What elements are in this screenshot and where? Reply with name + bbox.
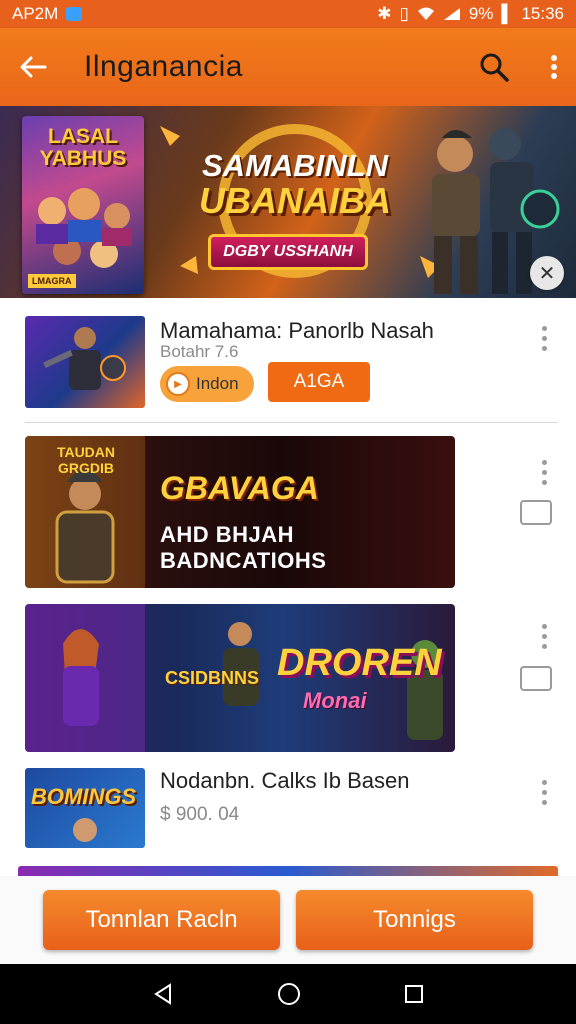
tablet-icon[interactable] — [520, 500, 552, 525]
hero-ribbon: DGBY USSHANH — [208, 234, 368, 270]
battery-label: 9% — [468, 4, 494, 23]
item-thumbnail[interactable] — [25, 316, 145, 408]
search-icon[interactable] — [478, 51, 510, 83]
vibrate-icon: ▯ — [399, 4, 409, 23]
page-title: Ilnganancia — [84, 50, 243, 83]
status-left: AP2M — [12, 4, 83, 24]
banner-side-label: CSIDBNNS — [165, 668, 260, 688]
carrier-label: AP2M — [12, 4, 59, 23]
item-title: Mamahama: Panorlb Nasah — [160, 318, 434, 343]
promo-banner[interactable]: CSIDBNNS DROREN Monai — [25, 604, 455, 752]
hero-heading: SAMABINLN UBANAIBA — [185, 148, 405, 222]
banner-title: GBAVAGA — [160, 470, 319, 506]
tag-chip[interactable]: ▶ Indon — [160, 366, 254, 402]
banner-subtitle: AHD BHJAH BADNCATIOHS — [160, 522, 327, 573]
hero-heading-line2: UBANAIBA — [199, 180, 391, 221]
more-vert-icon[interactable] — [550, 54, 558, 80]
item-thumbnail[interactable]: BOMINGS — [25, 768, 145, 848]
item-title: Nodanbn. Calks Ib Basen — [160, 768, 410, 793]
item-menu-icon[interactable] — [536, 624, 552, 649]
hero-banner[interactable]: LASAL YABHUS LMAGRA SAMABINLN UBANAIBA D… — [0, 106, 576, 298]
home-nav-icon[interactable] — [277, 982, 301, 1006]
thumbnail-face-illustration — [73, 818, 97, 842]
tag-icon: ▶ — [166, 372, 190, 396]
close-banner-button[interactable]: ✕ — [530, 256, 564, 290]
item-subtitle: Botahr 7.6 — [160, 342, 239, 361]
bluetooth-icon: ✱ — [377, 4, 392, 23]
tablet-icon[interactable] — [520, 666, 552, 691]
divider — [25, 422, 558, 423]
app-actions — [478, 51, 558, 83]
notification-icon — [66, 7, 83, 21]
tag-chip-label: Indon — [196, 374, 239, 393]
install-button[interactable]: A1GA — [268, 362, 370, 402]
item-price: $ 900. 04 — [160, 804, 240, 825]
back-nav-icon[interactable] — [152, 983, 174, 1005]
status-bar: AP2M ✱ ▯ 9% ▌ 15:36 — [0, 0, 576, 28]
close-icon: ✕ — [538, 262, 556, 285]
promo-banner[interactable]: TAUDAN GRGDIB GBAVAGA AHD BHJAH BADNCATI… — [25, 436, 455, 588]
secondary-action-button[interactable]: Tonnigs — [296, 890, 533, 950]
banner-title: DROREN — [277, 642, 442, 684]
battery-icon: ▌ — [501, 4, 514, 23]
thumbnail-warrior-illustration — [43, 327, 126, 390]
signal-icon — [443, 8, 460, 20]
status-right: ✱ ▯ 9% ▌ 15:36 — [377, 4, 564, 24]
banner-corner-label: TAUDAN GRGDIB — [56, 444, 116, 476]
banner-subtitle: Monai — [303, 688, 367, 713]
app-bar: Ilnganancia — [0, 28, 576, 106]
item-menu-icon[interactable] — [536, 460, 552, 485]
hero-heading-line1: SAMABINLN — [202, 148, 388, 183]
item-menu-icon[interactable] — [536, 780, 552, 805]
recents-nav-icon[interactable] — [404, 984, 424, 1004]
system-nav-bar — [0, 964, 576, 1024]
item-menu-icon[interactable] — [536, 326, 552, 351]
clock: 15:36 — [521, 4, 564, 23]
wifi-icon — [417, 7, 434, 20]
primary-action-button[interactable]: Tonnlan Racln — [43, 890, 280, 950]
arrow-left-icon[interactable] — [18, 55, 48, 79]
